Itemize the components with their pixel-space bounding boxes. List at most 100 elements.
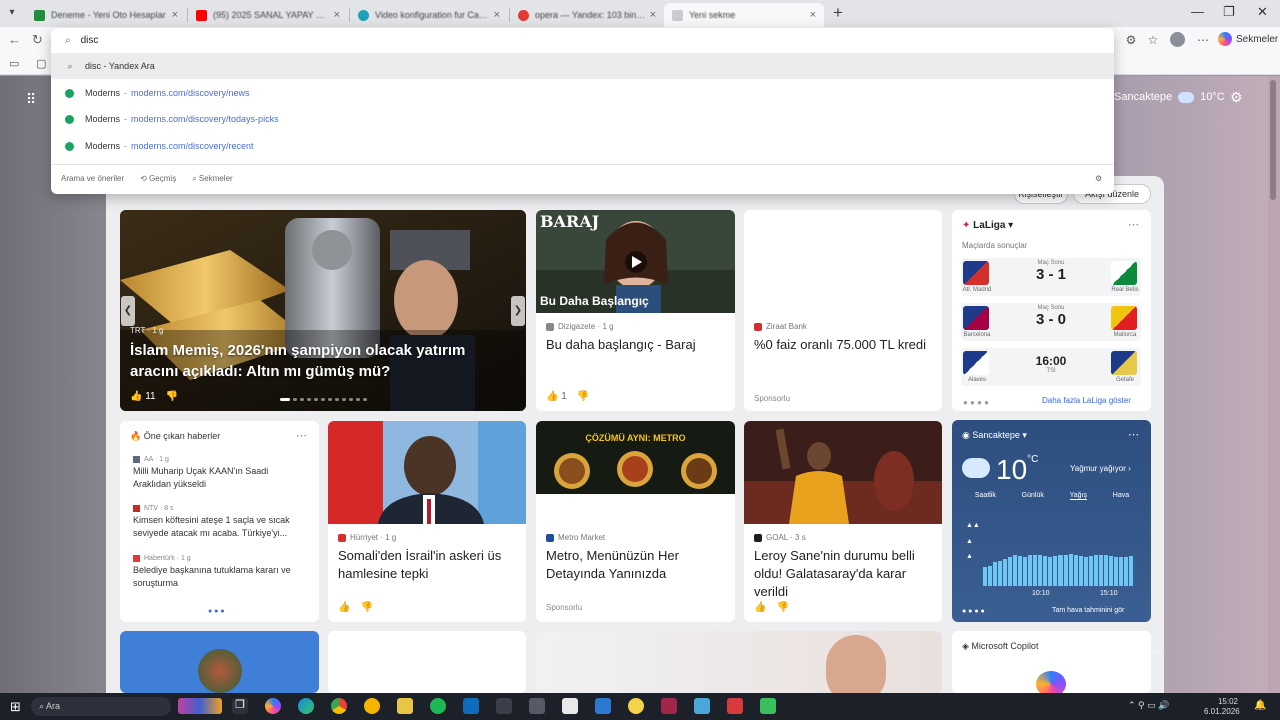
tab-hourly[interactable]: Saatlik xyxy=(975,492,996,500)
back-icon[interactable]: ← xyxy=(8,32,21,47)
app-icon[interactable] xyxy=(529,698,545,714)
news-card-bottom-1[interactable] xyxy=(120,631,319,693)
close-icon[interactable]: × xyxy=(172,9,178,21)
refresh-icon[interactable]: ↻ xyxy=(32,32,43,48)
hero-headline[interactable]: İslam Memiş, 2026'nın şampiyon olacak ya… xyxy=(130,340,510,382)
more-options-icon[interactable]: ⋯ xyxy=(1128,428,1139,441)
close-icon[interactable]: × xyxy=(650,9,656,21)
copilot-taskbar-icon[interactable] xyxy=(265,698,281,714)
app-icon[interactable] xyxy=(364,698,380,714)
app-launcher-icon[interactable]: ⠿ xyxy=(26,91,36,108)
trending-item[interactable]: NTV · 8 s Kimsen köftesini ateşe 1 saçla… xyxy=(133,505,308,540)
tab-precip[interactable]: Yağış xyxy=(1069,492,1087,500)
weather-link[interactable]: Yağmur yağıyor › xyxy=(1070,464,1131,473)
close-icon[interactable]: × xyxy=(810,9,816,21)
favorites-star-icon[interactable]: ☆ xyxy=(1146,33,1160,47)
app-icon[interactable] xyxy=(760,698,776,714)
hero-source: TRT · 1 g xyxy=(130,326,164,335)
tab-5[interactable]: Yeni sekme × xyxy=(664,3,824,27)
notepad-icon[interactable] xyxy=(562,698,578,714)
spotify-icon[interactable] xyxy=(430,698,446,714)
trending-item[interactable]: Habertürk · 1 g Belediye başkanına tutuk… xyxy=(133,555,308,590)
news-card-bottom-2[interactable] xyxy=(328,631,526,693)
suggestion-search[interactable]: ⌕ disc - Yandex Ara xyxy=(51,53,1114,79)
task-view-icon[interactable]: ❐ xyxy=(232,698,248,714)
app-icon[interactable] xyxy=(694,698,710,714)
chrome-icon[interactable] xyxy=(331,698,347,714)
match-row[interactable]: 16:00 TSİ Alaves Getafe xyxy=(961,348,1141,386)
app-icon[interactable] xyxy=(727,698,743,714)
thumbs-down-icon[interactable]: 👎 xyxy=(577,391,589,402)
edge-icon[interactable] xyxy=(298,698,314,714)
suggestion-history[interactable]: Moderns - moderns.com/discovery/recent xyxy=(51,133,1114,159)
news-card-somali[interactable]: Hürriyet · 1 g Somali'den İsrail'in aske… xyxy=(328,421,526,622)
close-icon[interactable]: × xyxy=(334,9,340,21)
copilot-button[interactable]: Sekmeler xyxy=(1218,32,1278,46)
full-forecast-link[interactable]: Tam hava tahminini gör xyxy=(1052,607,1124,614)
suggestion-history[interactable]: Moderns - moderns.com/discovery/news xyxy=(51,80,1114,106)
widgets-icon[interactable] xyxy=(178,698,222,714)
more-laliga-link[interactable]: Daha fazla LaLiga göster xyxy=(1042,396,1131,405)
minimize-icon[interactable]: — xyxy=(1191,4,1204,19)
carousel-next-icon[interactable]: ❯ xyxy=(511,296,525,326)
tab-daily[interactable]: Günlük xyxy=(1022,492,1044,500)
app-icon[interactable] xyxy=(628,698,644,714)
history-option[interactable]: ⟲ Geçmiş xyxy=(140,174,176,183)
search-suggestions-option[interactable]: Arama ve öneriler xyxy=(61,174,124,183)
address-bar[interactable]: ⌕ disc xyxy=(51,28,1114,53)
news-card-leroy[interactable]: GOAL · 3 s Leroy Sane'nin durumu belli o… xyxy=(744,421,942,622)
close-icon[interactable]: × xyxy=(494,9,500,21)
tab-4[interactable]: opera — Yandex: 103 bin sonuç bulun... × xyxy=(510,3,664,27)
thumbs-down-icon[interactable]: 👎 xyxy=(166,391,178,402)
more-icon[interactable]: ⋯ xyxy=(1196,33,1210,47)
more-options-icon[interactable]: ⋯ xyxy=(296,429,307,442)
clock[interactable]: 15:02 6.01.2026 xyxy=(1204,697,1240,717)
file-explorer-icon[interactable] xyxy=(397,698,413,714)
profile-avatar[interactable] xyxy=(1170,32,1185,47)
thumbs-down-icon[interactable]: 👎 xyxy=(360,602,372,613)
page-settings-icon[interactable]: ⚙ xyxy=(1230,89,1243,106)
thumbs-up-icon[interactable]: 👍 xyxy=(338,602,350,613)
address-input-text[interactable]: disc xyxy=(81,35,99,46)
weather-card[interactable]: ◉ Sancaktepe ▾ ⋯ 10°C Yağmur yağıyor › S… xyxy=(952,420,1151,622)
tray-icons[interactable]: ⌃ ⚲ ▭ 🔊 xyxy=(1128,700,1169,711)
drops-icon: ▲ xyxy=(966,538,973,545)
app-icon[interactable] xyxy=(496,698,512,714)
thumbs-up-icon[interactable]: 👍 xyxy=(754,602,766,613)
precip-bar xyxy=(1018,556,1023,586)
tab-air[interactable]: Hava xyxy=(1113,492,1129,500)
windows-start-icon[interactable]: ⊞ xyxy=(10,699,21,715)
app-icon[interactable] xyxy=(661,698,677,714)
news-card-baraj[interactable]: BARAJ Bu Daha Başlangıç Dizigazete · 1 g… xyxy=(536,210,735,411)
settings-icon[interactable]: ⚙ xyxy=(1095,174,1102,183)
scrollbar-thumb[interactable] xyxy=(1270,80,1276,200)
app-icon[interactable] xyxy=(595,698,611,714)
taskbar-search[interactable]: ⌕ Ara xyxy=(31,697,171,716)
more-options-icon[interactable]: ⋯ xyxy=(1128,218,1139,231)
ad-card-credit[interactable]: Ziraat Bank %0 faiz oranlı 75.000 TL kre… xyxy=(744,210,942,411)
new-tab-button[interactable]: + xyxy=(828,3,848,23)
thumbs-down-icon[interactable]: 👎 xyxy=(776,602,788,613)
extensions-icon[interactable]: ⚙ xyxy=(1124,33,1138,47)
ad-card-bottom[interactable] xyxy=(536,631,942,693)
tab-1[interactable]: Deneme - Yeni Oto Hesaplar × xyxy=(26,3,186,27)
tab-2[interactable]: (95) 2025 SANAL YAPAY ZEKA YAPIM... × xyxy=(188,3,348,27)
suggestion-history[interactable]: Moderns - moderns.com/discovery/todays-pi… xyxy=(51,106,1114,132)
tab-icon[interactable]: ▭ xyxy=(9,57,19,70)
close-window-icon[interactable]: ✕ xyxy=(1257,4,1268,20)
tabs-option[interactable]: ⌕ Sekmeler xyxy=(192,174,233,184)
tab-actions-icon[interactable]: ▾ xyxy=(2,4,22,22)
tab-3[interactable]: Video konfiguration fur CapCut × xyxy=(350,3,508,27)
thumbs-up-icon[interactable]: 👍 1 xyxy=(546,391,567,402)
collections-icon[interactable]: ▢ xyxy=(36,57,46,70)
notification-icon[interactable]: 🔔 xyxy=(1254,700,1266,711)
trending-item[interactable]: AA · 1 g Milli Muharip Uçak KAAN'ın Saad… xyxy=(133,456,308,491)
carousel-prev-icon[interactable]: ❮ xyxy=(121,296,135,326)
thumbs-up-icon[interactable]: 👍 11 xyxy=(130,391,156,402)
outlook-icon[interactable] xyxy=(463,698,479,714)
ad-card-metro[interactable]: ÇÖZÜMÜ AYNI: METRO Metro Market Metro, M… xyxy=(536,421,735,622)
match-row[interactable]: Maç Sonu 3 - 1 Atl. Madrid Real Betis xyxy=(961,258,1141,296)
top-weather[interactable]: Sancaktepe 10°C xyxy=(1114,91,1225,103)
maximize-icon[interactable]: ❐ xyxy=(1223,4,1235,20)
match-row[interactable]: Maç Sonu 3 - 0 Barcelona Mallorca xyxy=(961,303,1141,341)
